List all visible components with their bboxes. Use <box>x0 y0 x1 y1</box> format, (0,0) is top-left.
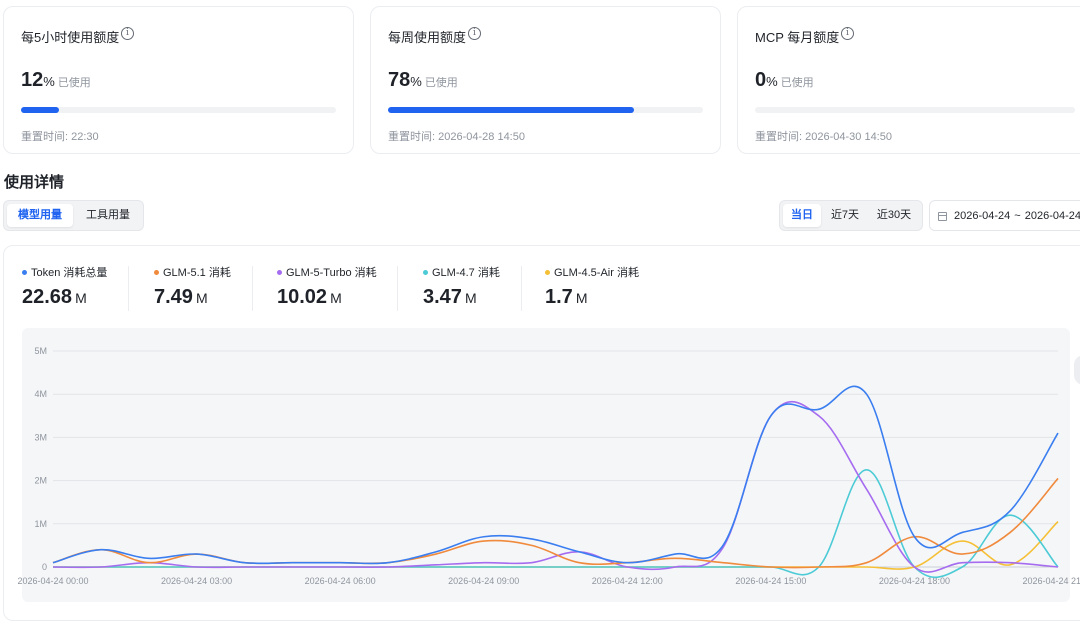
side-panel-handle[interactable] <box>1074 355 1080 385</box>
series-line <box>52 400 1059 573</box>
x-tick-label: 2026-04-24 12:00 <box>592 576 663 586</box>
x-tick-label: 2026-04-24 21:00 <box>1022 576 1080 586</box>
x-tick-label: 2026-04-24 09:00 <box>448 576 519 586</box>
x-tick-label: 2026-04-24 00:00 <box>17 576 88 586</box>
y-tick-label: 3M <box>34 432 47 442</box>
x-tick-label: 2026-04-24 15:00 <box>735 576 806 586</box>
y-tick-label: 4M <box>34 389 47 399</box>
y-tick-label: 0 <box>42 562 47 572</box>
y-tick-label: 2M <box>34 476 47 486</box>
x-tick-label: 2026-04-24 06:00 <box>305 576 376 586</box>
y-tick-label: 1M <box>34 519 47 529</box>
y-tick-label: 5M <box>34 346 47 356</box>
x-tick-label: 2026-04-24 03:00 <box>161 576 232 586</box>
series-line <box>52 385 1059 565</box>
usage-line-chart[interactable]: 0 1M 2M 3M 4M 5M 2026-04-24 00:00 2026-04-24 03… <box>0 0 1080 627</box>
